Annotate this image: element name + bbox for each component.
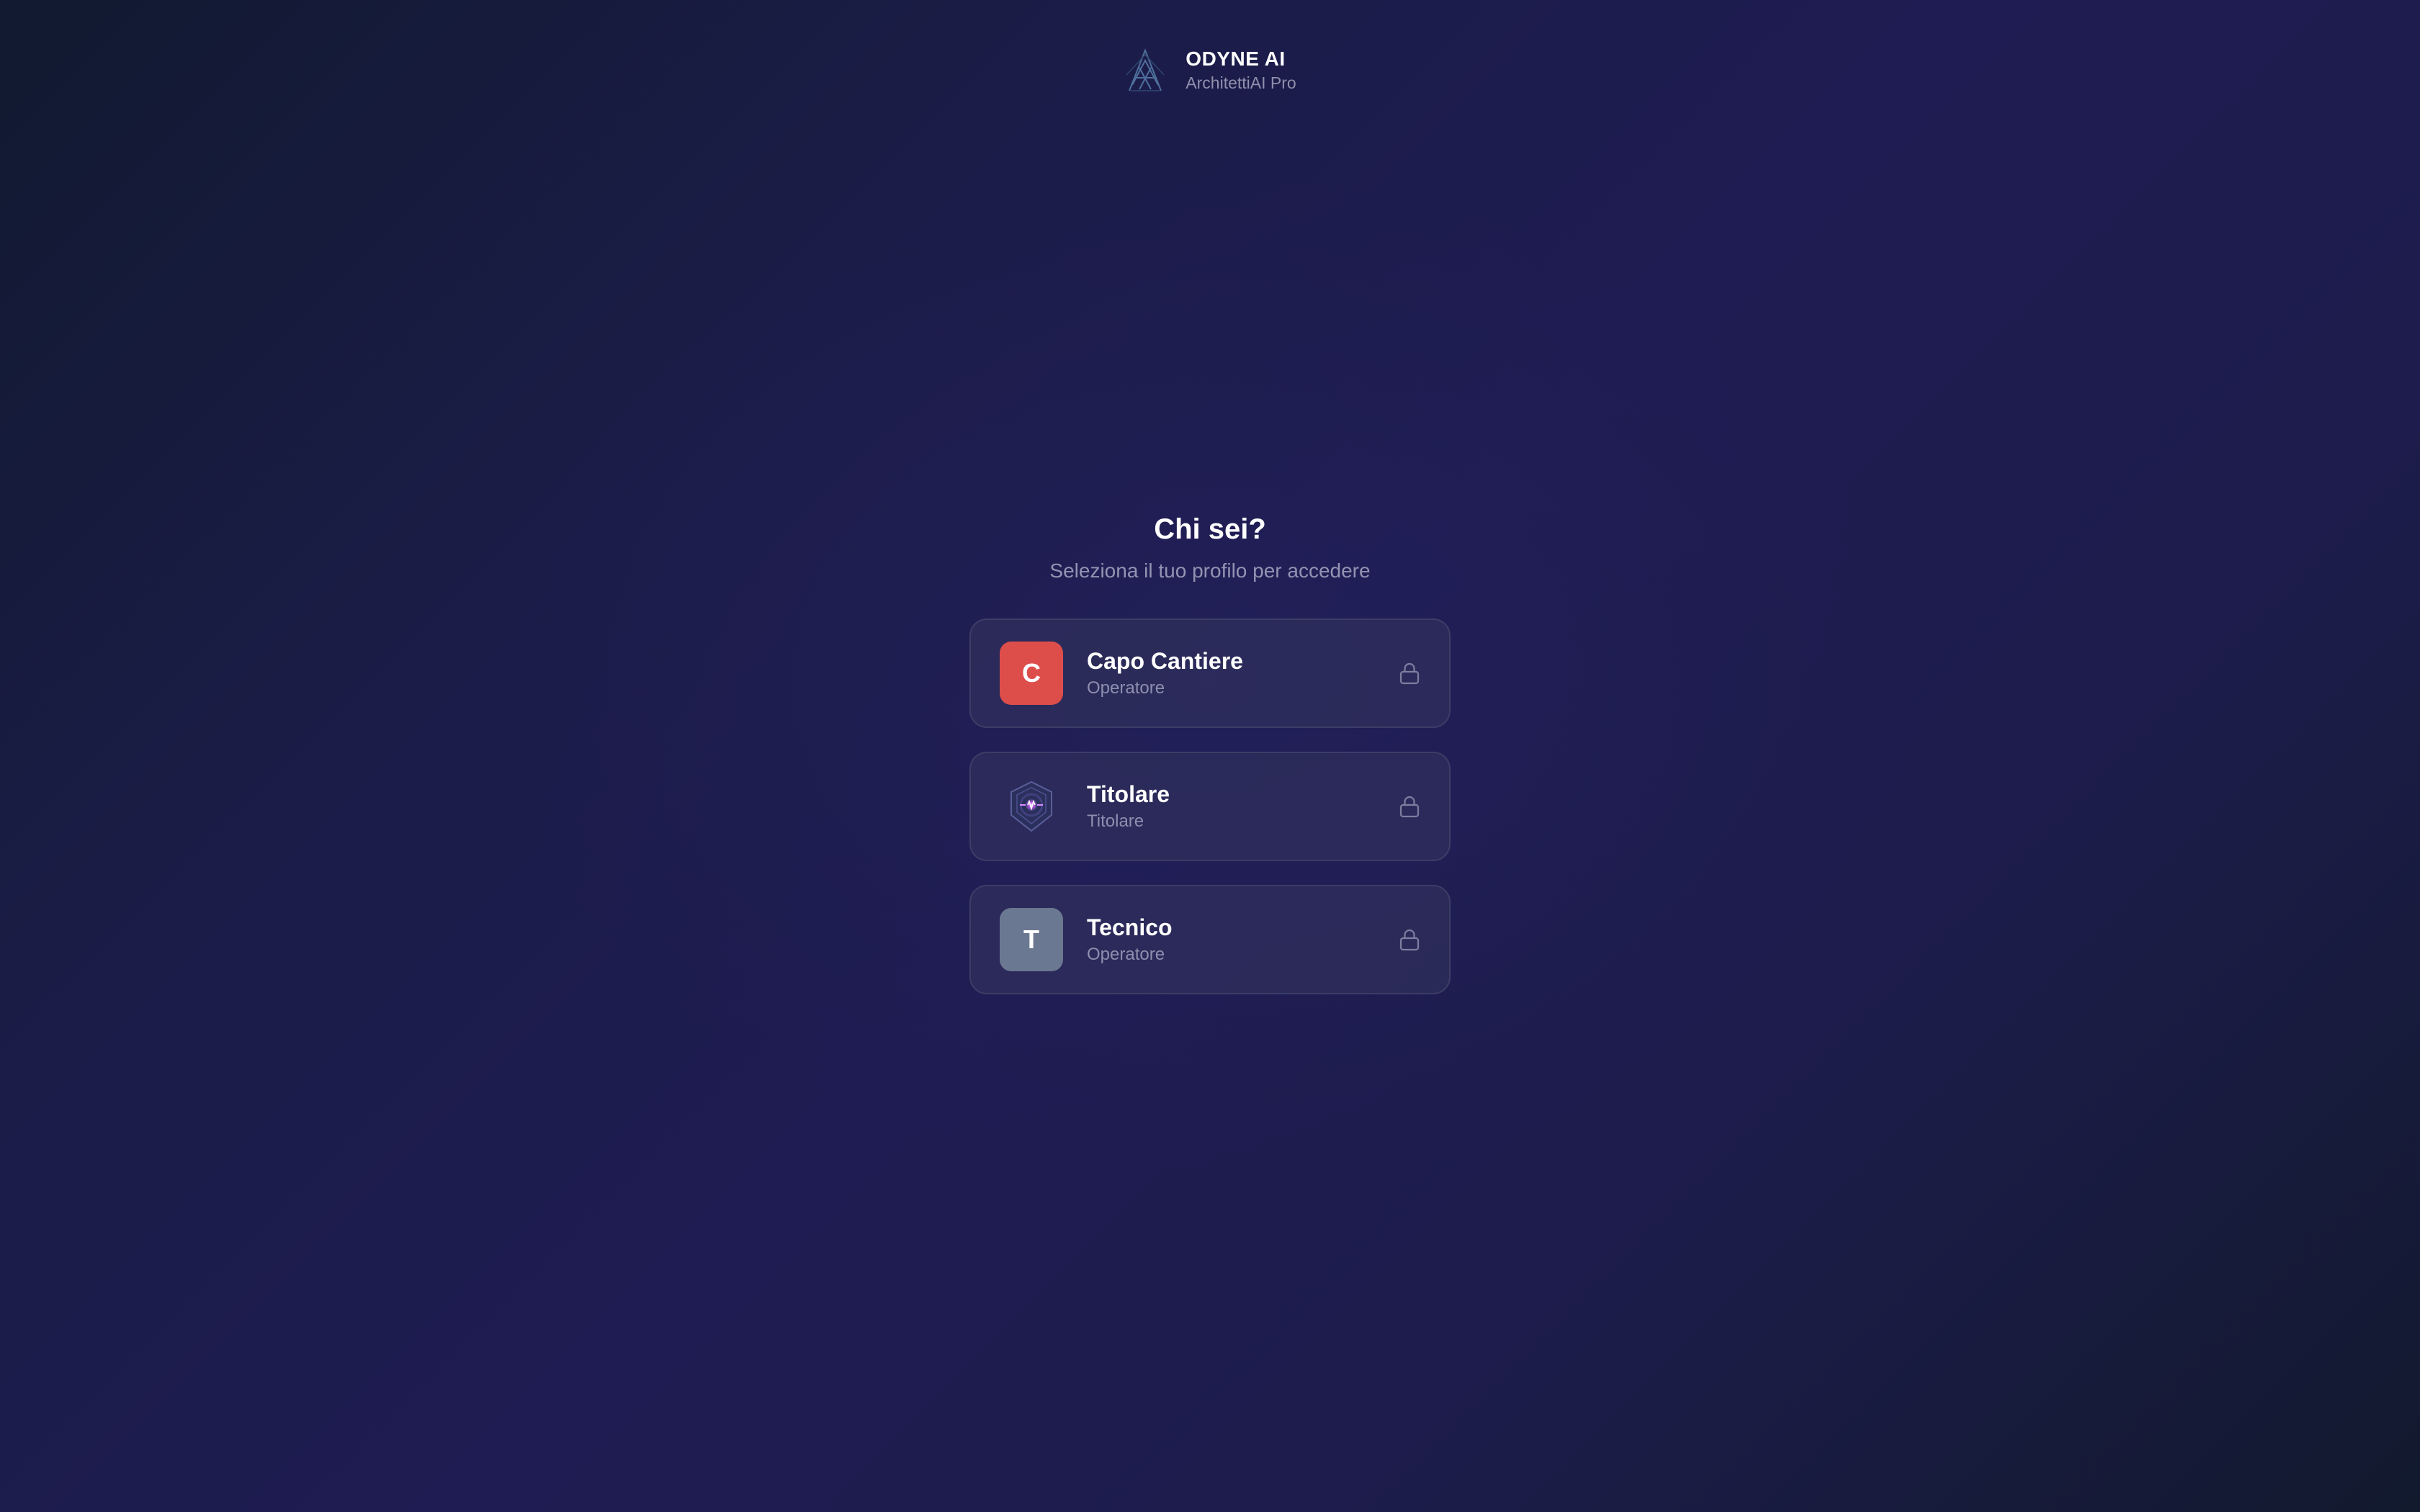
avatar: C [1000,642,1063,705]
brand-subtitle: ArchitettiAI Pro [1186,73,1296,92]
lock-icon [1399,929,1420,951]
brand-name: ODYNE AI [1186,47,1286,70]
profile-list: C Capo Cantiere Operatore Titolare Titol… [969,618,1451,994]
brand-text: ODYNE AI ArchitettiAI Pro [1186,48,1296,93]
lock-icon [1399,796,1420,818]
lock-icon [1399,662,1420,685]
profile-card-capo-cantiere[interactable]: C Capo Cantiere Operatore [969,618,1451,728]
avatar [1000,775,1063,838]
profile-name: Tecnico [1087,914,1173,940]
page-title: Chi sei? [1154,513,1266,545]
profile-role: Operatore [1087,945,1165,964]
profile-info: Tecnico Operatore [1087,913,1399,966]
page-subtitle: Seleziona il tuo profilo per accedere [1049,559,1371,582]
profile-card-titolare[interactable]: Titolare Titolare [969,752,1451,861]
profile-card-tecnico[interactable]: T Tecnico Operatore [969,885,1451,994]
profile-info: Capo Cantiere Operatore [1087,647,1399,700]
avatar: T [1000,908,1063,971]
profile-info: Titolare Titolare [1087,780,1399,833]
profile-role: Operatore [1087,678,1165,698]
profile-name: Capo Cantiere [1087,648,1243,674]
odyne-logo-icon [1126,48,1165,91]
brand-header: ODYNE AI ArchitettiAI Pro [0,46,2420,94]
odyne-emblem-icon [1010,780,1052,832]
profile-role: Titolare [1087,811,1144,831]
profile-selection: Chi sei? Seleziona il tuo profilo per ac… [0,508,2420,994]
profile-name: Titolare [1087,781,1170,807]
